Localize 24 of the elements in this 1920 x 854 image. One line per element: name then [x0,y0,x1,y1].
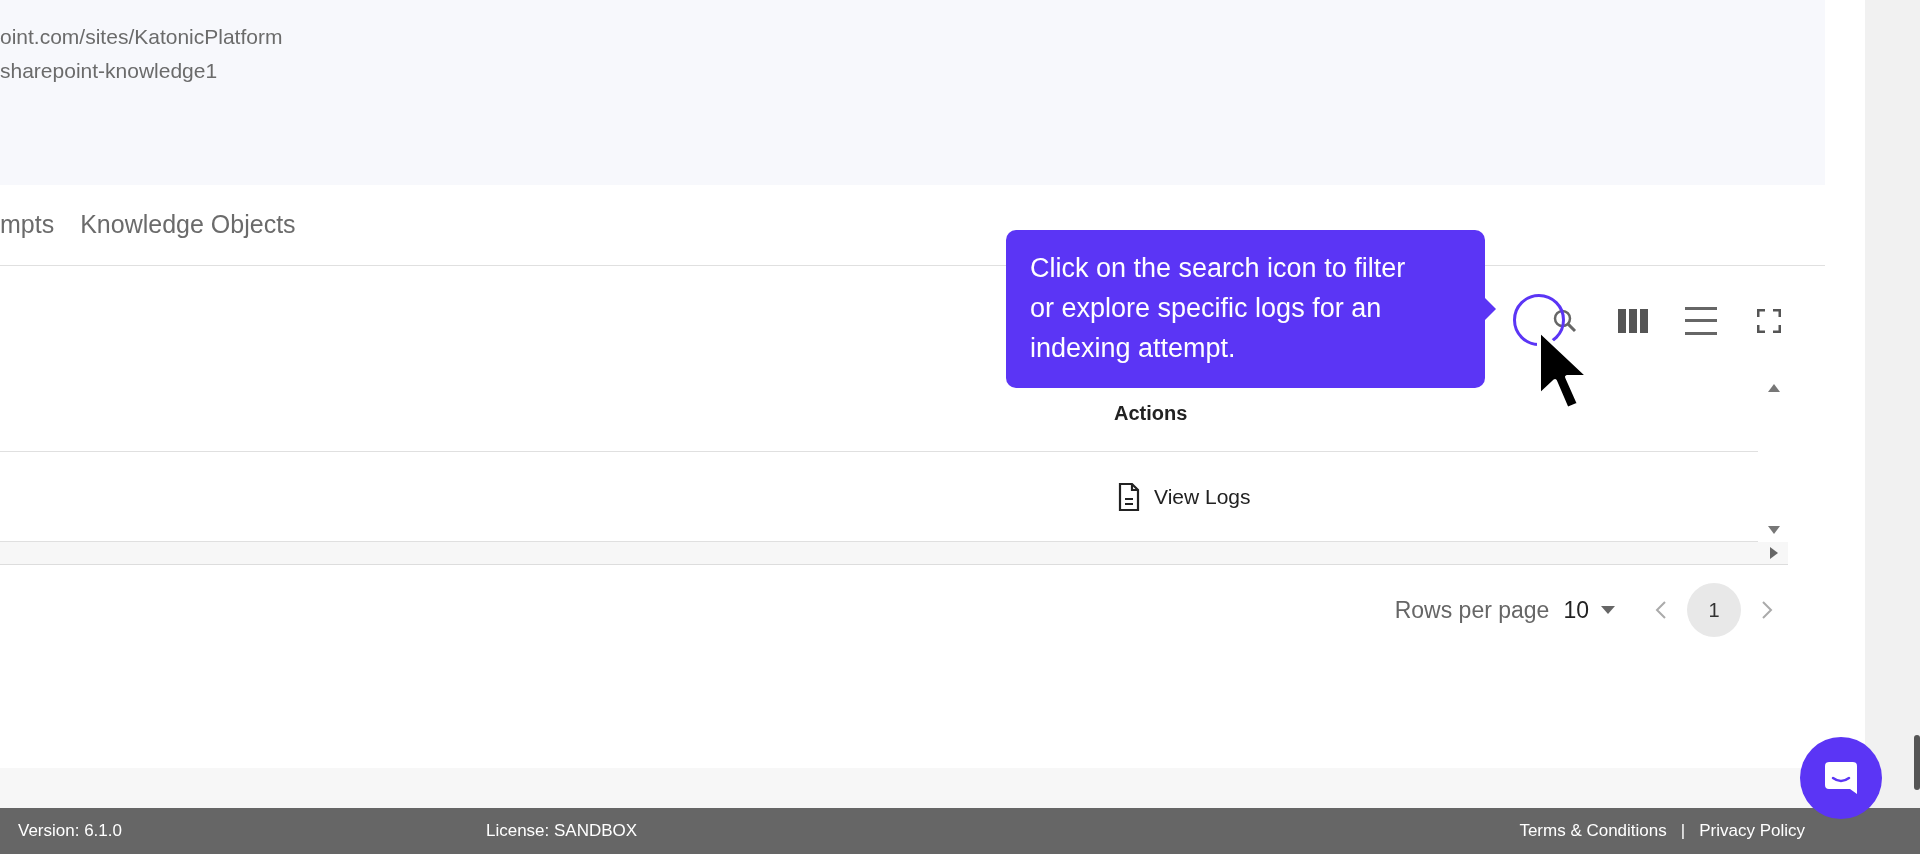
terms-link[interactable]: Terms & Conditions [1519,821,1667,841]
tab[interactable]: Knowledge Objects [80,203,296,247]
scrollbar-thumb[interactable] [1914,735,1920,790]
info-text: oint.com/sites/KatonicPlatform [0,26,284,48]
tab[interactable]: mpts [0,203,55,247]
column-header: Actions [1114,402,1188,425]
document-icon [1118,481,1140,512]
chat-icon [1823,760,1859,796]
rows-per-page-label: Rows per page [1394,596,1550,624]
version-text: Version: 6.1.0 [18,821,122,841]
view-logs-link[interactable]: View Logs [1154,484,1251,509]
scroll-up-icon[interactable] [1768,384,1780,392]
tooltip-pointer [1484,297,1496,321]
scroll-down-icon[interactable] [1768,526,1780,534]
caret-icon[interactable] [1601,606,1615,614]
separator-text: | [1680,821,1686,841]
rows-per-page-select[interactable]: 10 [1563,596,1589,624]
scroll-right-icon[interactable] [1770,547,1778,559]
info-text: sharepoint-knowledge1 [0,60,219,82]
menu-icon[interactable] [1685,305,1717,337]
privacy-link[interactable]: Privacy Policy [1699,821,1805,841]
tooltip: Click on the search icon to filter or explore specific logs for an indexing attempt. [1006,230,1485,388]
page-button[interactable]: 1 [1687,583,1741,637]
license-text: License: SANDBOX [485,821,638,841]
